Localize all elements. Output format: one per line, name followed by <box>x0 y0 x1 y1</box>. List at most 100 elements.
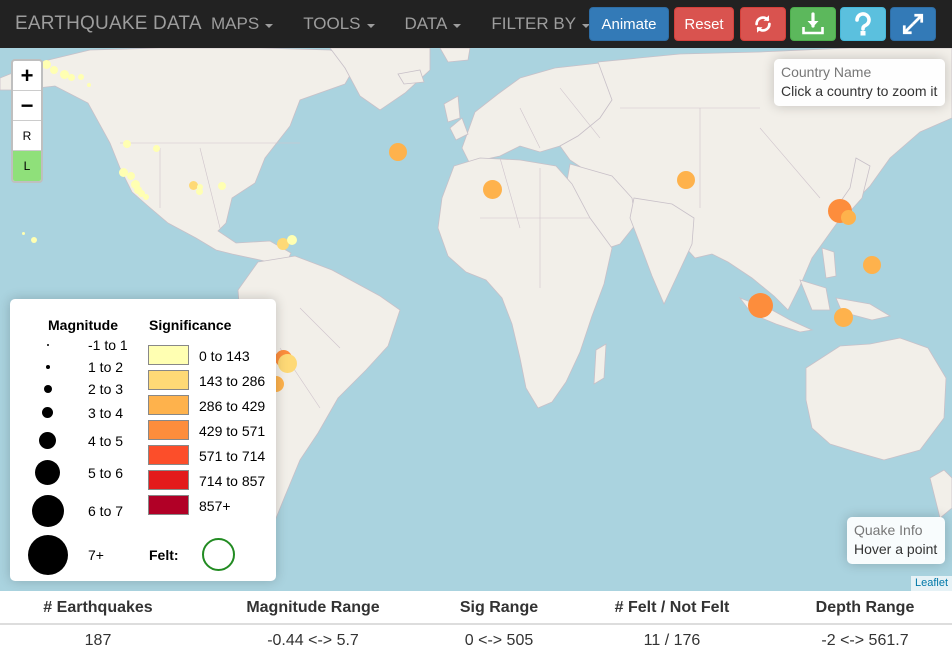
caret-down-icon <box>453 23 462 28</box>
stat-header-sig: Sig Range <box>459 599 539 616</box>
magnitude-dot <box>32 495 64 527</box>
significance-label: 857+ <box>199 498 231 514</box>
download-icon <box>802 12 824 35</box>
quake-marker[interactable] <box>68 74 75 81</box>
country-info-title: Country Name <box>781 64 872 80</box>
caret-down-icon <box>366 23 375 28</box>
significance-swatch <box>148 495 189 515</box>
quake-marker[interactable] <box>50 66 58 74</box>
quake-marker[interactable] <box>834 308 853 327</box>
significance-swatch <box>148 345 189 365</box>
quake-marker[interactable] <box>677 171 695 189</box>
magnitude-dot <box>42 407 53 418</box>
quake-marker[interactable] <box>196 188 203 195</box>
magnitude-dot <box>39 432 56 449</box>
quake-marker[interactable] <box>22 232 25 235</box>
stat-value-felt: 11 / 176 <box>643 632 701 649</box>
quake-marker[interactable] <box>389 143 407 161</box>
caret-down-icon <box>265 23 274 28</box>
significance-swatch <box>148 395 189 415</box>
help-button[interactable] <box>840 7 886 41</box>
map-legend: Magnitude Significance -1 to 1 1 to 2 2 … <box>10 299 276 581</box>
quake-marker[interactable] <box>278 354 297 373</box>
significance-swatch <box>148 420 189 440</box>
zoom-control: + − R L <box>11 59 43 183</box>
significance-legend-title: Significance <box>149 317 232 333</box>
quake-marker[interactable] <box>287 235 297 245</box>
magnitude-label: 4 to 5 <box>88 433 124 449</box>
country-info-panel: Country Name Click a country to zoom it <box>774 59 945 106</box>
animate-button[interactable]: Animate <box>589 7 669 41</box>
magnitude-label: 3 to 4 <box>88 405 124 421</box>
significance-swatch <box>148 470 189 490</box>
divider <box>0 623 952 625</box>
significance-label: 143 to 286 <box>199 373 266 389</box>
fullscreen-button[interactable] <box>890 7 936 41</box>
quake-marker[interactable] <box>143 194 149 200</box>
leaflet-attribution-link[interactable]: Leaflet <box>910 576 952 591</box>
significance-swatch <box>148 370 189 390</box>
country-info-hint: Click a country to zoom it <box>781 83 938 99</box>
significance-label: 286 to 429 <box>199 398 266 414</box>
stat-header-magnitude: Magnitude Range <box>246 599 380 616</box>
quake-marker[interactable] <box>483 180 502 199</box>
expand-icon <box>902 13 924 35</box>
refresh-button[interactable] <box>740 7 786 41</box>
menu-maps[interactable]: MAPS <box>196 0 288 48</box>
magnitude-dot <box>47 344 49 346</box>
menu-data[interactable]: DATA <box>390 0 477 48</box>
magnitude-label: 2 to 3 <box>88 381 124 397</box>
stat-value-earthquakes: 187 <box>84 632 112 649</box>
stat-value-magnitude: -0.44 <-> 5.7 <box>267 632 359 649</box>
significance-label: 429 to 571 <box>199 423 266 439</box>
stat-header-felt: # Felt / Not Felt <box>614 599 730 616</box>
felt-ring-icon <box>202 538 235 571</box>
quake-marker[interactable] <box>218 182 226 190</box>
quake-marker[interactable] <box>78 74 84 80</box>
zoom-out-button[interactable]: − <box>13 91 41 121</box>
help-icon <box>855 12 871 36</box>
app-title[interactable]: EARTHQUAKE DATA <box>15 13 202 35</box>
magnitude-label: 5 to 6 <box>88 465 124 481</box>
stats-table: # Earthquakes Magnitude Range Sig Range … <box>0 591 952 667</box>
magnitude-label: 6 to 7 <box>88 503 124 519</box>
stat-header-depth: Depth Range <box>815 599 915 616</box>
quake-info-hint: Hover a point <box>854 541 938 557</box>
magnitude-label: 1 to 2 <box>88 359 124 375</box>
magnitude-legend-title: Magnitude <box>48 317 118 333</box>
quake-marker[interactable] <box>748 293 773 318</box>
significance-label: 714 to 857 <box>199 473 266 489</box>
menu-tools[interactable]: TOOLS <box>288 0 389 48</box>
significance-swatch <box>148 445 189 465</box>
menu-filter-by-label: FILTER BY <box>491 14 577 33</box>
menu-tools-label: TOOLS <box>303 14 361 33</box>
significance-label: 571 to 714 <box>199 448 266 464</box>
menu-data-label: DATA <box>404 14 448 33</box>
magnitude-dot <box>46 365 50 369</box>
stat-header-earthquakes: # Earthquakes <box>43 599 153 616</box>
quake-info-title: Quake Info <box>854 522 923 538</box>
quake-info-panel: Quake Info Hover a point <box>847 517 945 564</box>
quake-marker[interactable] <box>127 172 135 180</box>
layer-r-button[interactable]: R <box>13 121 41 151</box>
quake-marker[interactable] <box>841 210 856 225</box>
quake-marker[interactable] <box>153 145 160 152</box>
refresh-icon <box>755 15 771 33</box>
quake-marker[interactable] <box>123 140 131 148</box>
download-button[interactable] <box>790 7 836 41</box>
layer-l-button[interactable]: L <box>13 151 41 181</box>
magnitude-label: 7+ <box>88 547 104 563</box>
reset-button[interactable]: Reset <box>674 7 734 41</box>
magnitude-dot <box>28 535 68 575</box>
quake-marker[interactable] <box>87 83 91 87</box>
magnitude-dot <box>44 385 52 393</box>
quake-marker[interactable] <box>863 256 881 274</box>
significance-label: 0 to 143 <box>199 348 250 364</box>
magnitude-label: -1 to 1 <box>88 337 128 353</box>
magnitude-dot <box>35 460 60 485</box>
zoom-in-button[interactable]: + <box>13 61 41 91</box>
stat-value-depth: -2 <-> 561.7 <box>821 632 909 649</box>
quake-marker[interactable] <box>31 237 37 243</box>
menu-filter-by[interactable]: FILTER BY <box>476 0 605 48</box>
menu-maps-label: MAPS <box>211 14 260 33</box>
